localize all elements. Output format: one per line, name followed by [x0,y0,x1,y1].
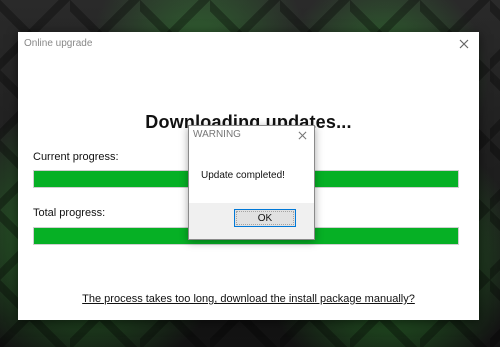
manual-download-link[interactable]: The process takes too long, download the… [18,293,479,305]
dialog-message: Update completed! [201,170,285,181]
close-icon [459,36,469,54]
close-icon [298,127,307,145]
dialog-close-button[interactable] [290,126,314,145]
window-title: Online upgrade [24,38,93,49]
dialog-titlebar: WARNING [189,126,314,145]
dialog-title: WARNING [193,129,241,140]
window-titlebar: Online upgrade [18,32,479,58]
current-progress-label: Current progress: [33,151,119,163]
window-close-button[interactable] [449,32,479,58]
warning-dialog: WARNING Update completed! OK [188,125,315,240]
ok-button[interactable]: OK [234,209,296,227]
total-progress-label: Total progress: [33,207,106,219]
